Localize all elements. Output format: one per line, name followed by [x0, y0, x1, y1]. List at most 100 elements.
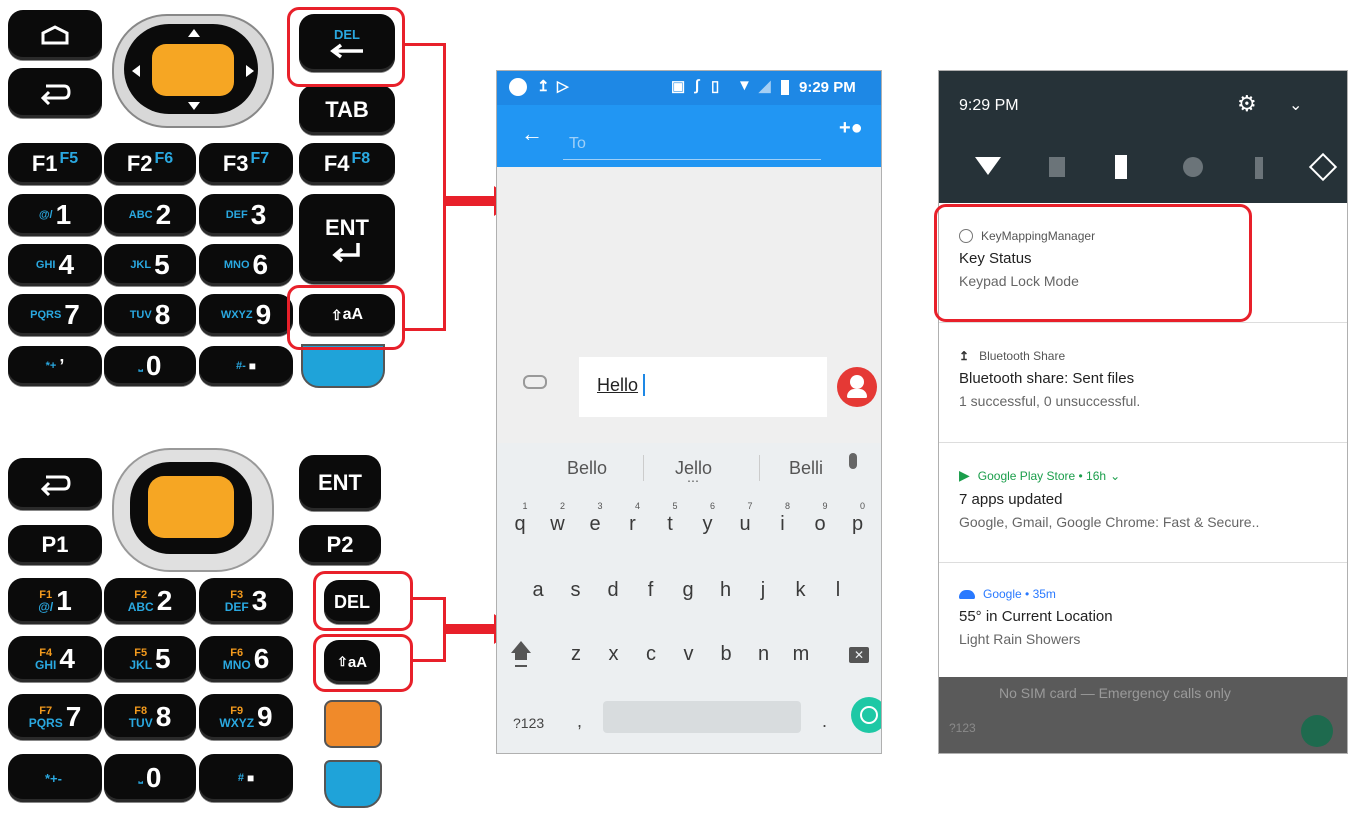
key-g[interactable]: g	[673, 579, 703, 602]
space-bar[interactable]	[603, 701, 801, 733]
key-k[interactable]: k	[786, 579, 816, 602]
key-hash-b[interactable]: # ■	[199, 754, 293, 802]
key-f[interactable]: f	[636, 579, 666, 602]
key-2-b[interactable]: F2 ABC 2	[104, 578, 196, 624]
tab-key[interactable]: TAB	[299, 85, 395, 135]
key-2[interactable]: ABC 2	[104, 194, 196, 236]
orange-side-key[interactable]	[324, 700, 382, 748]
key-y[interactable]: y	[693, 513, 723, 536]
key-0-b[interactable]: ⎵ 0	[104, 754, 196, 802]
f3-key[interactable]: F3 F7	[199, 143, 293, 185]
key-6-b[interactable]: F6 MNO 6	[199, 636, 293, 682]
key-5[interactable]: JKL 5	[104, 244, 196, 286]
f2-key[interactable]: F2 F6	[104, 143, 196, 185]
key-6[interactable]: MNO 6	[199, 244, 293, 286]
nav-pad-2[interactable]	[112, 448, 274, 572]
key-4-b[interactable]: F4 GHI 4	[8, 636, 102, 682]
key-8-b[interactable]: F8 TUV 8	[104, 694, 196, 740]
f1-key[interactable]: F1 F5	[8, 143, 102, 185]
key-n[interactable]: n	[749, 643, 779, 666]
settings-gear-icon[interactable]: ⚙	[1237, 91, 1257, 117]
key-h[interactable]: h	[711, 579, 741, 602]
key-v[interactable]: v	[674, 643, 704, 666]
add-contact-icon[interactable]: +●	[839, 117, 863, 140]
key-1[interactable]: @/1	[8, 194, 102, 236]
key-i[interactable]: i	[768, 513, 798, 536]
expand-chevron-icon[interactable]: ⌄	[1289, 95, 1302, 115]
nav-pad[interactable]	[112, 14, 274, 128]
key-star[interactable]: *+’	[8, 346, 102, 386]
key-7[interactable]: PQRS 7	[8, 294, 102, 336]
backspace-soft-key[interactable]: ✕	[849, 647, 869, 663]
key-a[interactable]: a	[523, 579, 553, 602]
key-b[interactable]: b	[711, 643, 741, 666]
send-contact-button[interactable]	[837, 367, 877, 407]
key-3[interactable]: DEF 3	[199, 194, 293, 236]
message-input[interactable]: Hello	[579, 357, 827, 417]
attach-icon[interactable]	[523, 375, 547, 389]
shift-soft-key[interactable]	[511, 641, 531, 653]
ent-key[interactable]: ENT	[299, 194, 395, 284]
blue-side-key[interactable]	[301, 344, 385, 388]
notification-google-weather[interactable]: Google • 35m 55° in Current Location Lig…	[939, 563, 1347, 677]
mic-icon[interactable]	[849, 453, 857, 469]
key-e[interactable]: e	[580, 513, 610, 536]
f4-key[interactable]: F4 F8	[299, 143, 395, 185]
bracket-bottom-h2	[413, 659, 445, 662]
to-field[interactable]: To	[569, 135, 586, 153]
key-d[interactable]: d	[598, 579, 628, 602]
wifi-tile-icon[interactable]	[975, 157, 1001, 175]
key-l[interactable]: l	[823, 579, 853, 602]
key-t[interactable]: t	[655, 513, 685, 536]
key-hash[interactable]: #- ■	[199, 346, 293, 386]
key-3-b[interactable]: F3 DEF 3	[199, 578, 293, 624]
dnd-tile-icon[interactable]	[1183, 157, 1203, 177]
home-key[interactable]	[8, 10, 102, 60]
comma-key[interactable]: ,	[577, 711, 582, 732]
emoji-button[interactable]	[851, 697, 881, 733]
key-w[interactable]: w	[543, 513, 573, 536]
no-sim-tile-icon[interactable]	[1049, 157, 1065, 177]
key-p[interactable]: p	[843, 513, 873, 536]
key-c[interactable]: c	[636, 643, 666, 666]
key-5-b[interactable]: F5 JKL 5	[104, 636, 196, 682]
flashlight-tile-icon[interactable]	[1255, 157, 1263, 179]
key-7-b[interactable]: F7 PQRS 7	[8, 694, 102, 740]
key-j[interactable]: j	[748, 579, 778, 602]
key-r[interactable]: r	[618, 513, 648, 536]
key-star-b[interactable]: *+-	[8, 754, 102, 802]
key-m[interactable]: m	[786, 643, 816, 666]
key-q[interactable]: q	[505, 513, 535, 536]
key-o[interactable]: o	[805, 513, 835, 536]
period-key[interactable]: .	[822, 711, 827, 732]
ent-key-2[interactable]: ENT	[299, 455, 381, 511]
scan-button-2[interactable]	[148, 476, 234, 538]
key-z[interactable]: z	[561, 643, 591, 666]
key-4[interactable]: GHI 4	[8, 244, 102, 286]
suggestion-1[interactable]: Bello	[567, 458, 607, 479]
key-1-b[interactable]: F1 @/1	[8, 578, 102, 624]
symbols-key[interactable]: ?123	[513, 715, 544, 731]
battery-tile-icon[interactable]	[1115, 155, 1127, 179]
back-arrow-icon[interactable]: ←	[521, 121, 543, 147]
auto-rotate-tile-icon[interactable]	[1308, 152, 1338, 182]
key-number-hint: 4	[634, 501, 640, 511]
back-key-2[interactable]	[8, 458, 102, 510]
key-9-b[interactable]: F9 WXYZ 9	[199, 694, 293, 740]
key-8[interactable]: TUV 8	[104, 294, 196, 336]
key-u[interactable]: u	[730, 513, 760, 536]
notification-play-store[interactable]: ▶ Google Play Store • 16h ⌄ 7 apps updated…	[939, 443, 1347, 563]
blue-side-key-2[interactable]	[324, 760, 382, 808]
back-arrow-icon	[40, 475, 71, 496]
back-key[interactable]	[8, 68, 102, 118]
key-x[interactable]: x	[599, 643, 629, 666]
key-s[interactable]: s	[561, 579, 591, 602]
key-9[interactable]: WXYZ 9	[199, 294, 293, 336]
suggestion-3[interactable]: Belli	[789, 458, 823, 479]
notification-bluetooth[interactable]: ↥ Bluetooth Share Bluetooth share: Sent f…	[939, 323, 1347, 443]
key-0[interactable]: ⎵ 0	[104, 346, 196, 386]
p2-key[interactable]: P2	[299, 525, 381, 565]
scan-button[interactable]	[152, 44, 234, 96]
back-arrow-icon	[40, 84, 71, 105]
p1-key[interactable]: P1	[8, 525, 102, 565]
